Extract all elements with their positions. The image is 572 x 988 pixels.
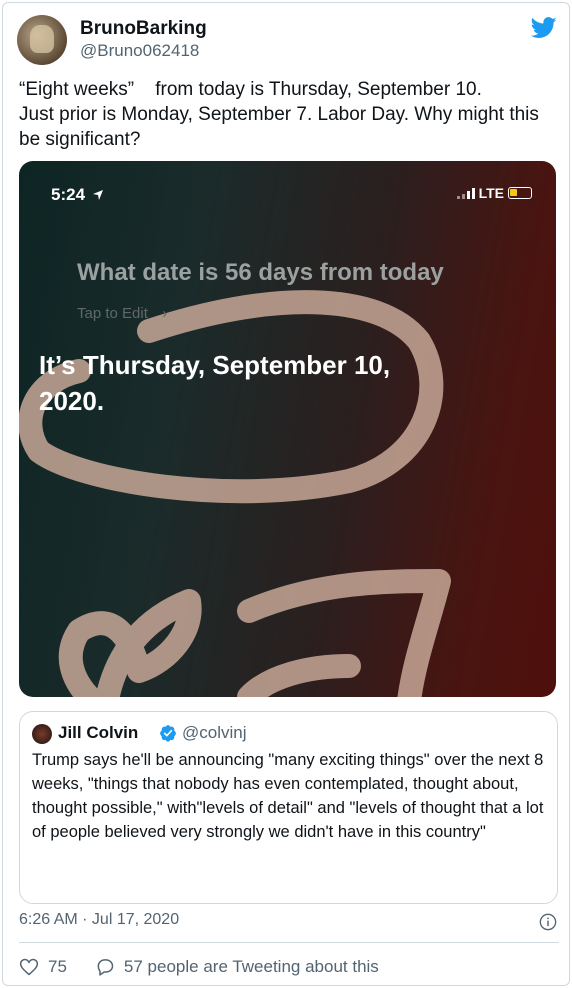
tap-to-edit: Tap to Edit › <box>77 305 168 322</box>
author-handle[interactable]: @Bruno062418 <box>80 41 199 61</box>
quote-author-name: Jill Colvin <box>58 723 139 742</box>
signal-icon <box>456 187 475 199</box>
heart-icon <box>19 958 39 976</box>
siri-answer: It’s Thursday, September 10, 2020. <box>39 350 391 416</box>
tweet-actions: 75 57 people are Tweeting about this <box>19 955 379 979</box>
quote-avatar <box>32 724 52 744</box>
tweet-timestamp[interactable]: 6:26 AM · Jul 17, 2020 <box>19 911 179 929</box>
status-right: LTE <box>456 185 532 201</box>
chevron-right-icon: › <box>162 305 168 322</box>
tweeting-about-link[interactable]: 57 people are Tweeting about this <box>95 957 379 977</box>
quote-text: Trump says he'll be announcing "many exc… <box>32 751 544 841</box>
battery-icon <box>508 187 532 199</box>
author-avatar[interactable] <box>17 15 67 65</box>
tweet-card: BrunoBarking @Bruno062418 “Eight weeks” … <box>2 2 570 986</box>
twitter-bird-icon[interactable] <box>531 17 557 39</box>
reply-icon <box>97 959 114 976</box>
tweet-media-image[interactable]: 5:24 LTE What date is 56 days from today… <box>19 161 556 697</box>
tweet-header: BrunoBarking @Bruno062418 <box>17 15 557 65</box>
like-count: 75 <box>48 957 67 976</box>
network-label: LTE <box>478 185 504 201</box>
handwritten-scribble <box>19 290 451 697</box>
siri-question: What date is 56 days from today <box>77 259 444 286</box>
divider <box>19 942 559 943</box>
quote-author-handle: @colvinj <box>182 723 247 742</box>
tweeting-about-text: 57 people are Tweeting about this <box>123 957 379 976</box>
tweet-text: “Eight weeks” from today is Thursday, Se… <box>19 79 539 150</box>
verified-badge-icon <box>160 725 176 742</box>
author-display-name[interactable]: BrunoBarking <box>80 18 207 40</box>
info-icon[interactable] <box>539 913 557 931</box>
like-button[interactable]: 75 <box>19 957 67 977</box>
location-arrow-icon <box>92 190 103 200</box>
quoted-tweet[interactable]: Jill Colvin @colvinj Trump says he'll be… <box>19 711 558 904</box>
status-time: 5:24 <box>51 185 104 205</box>
